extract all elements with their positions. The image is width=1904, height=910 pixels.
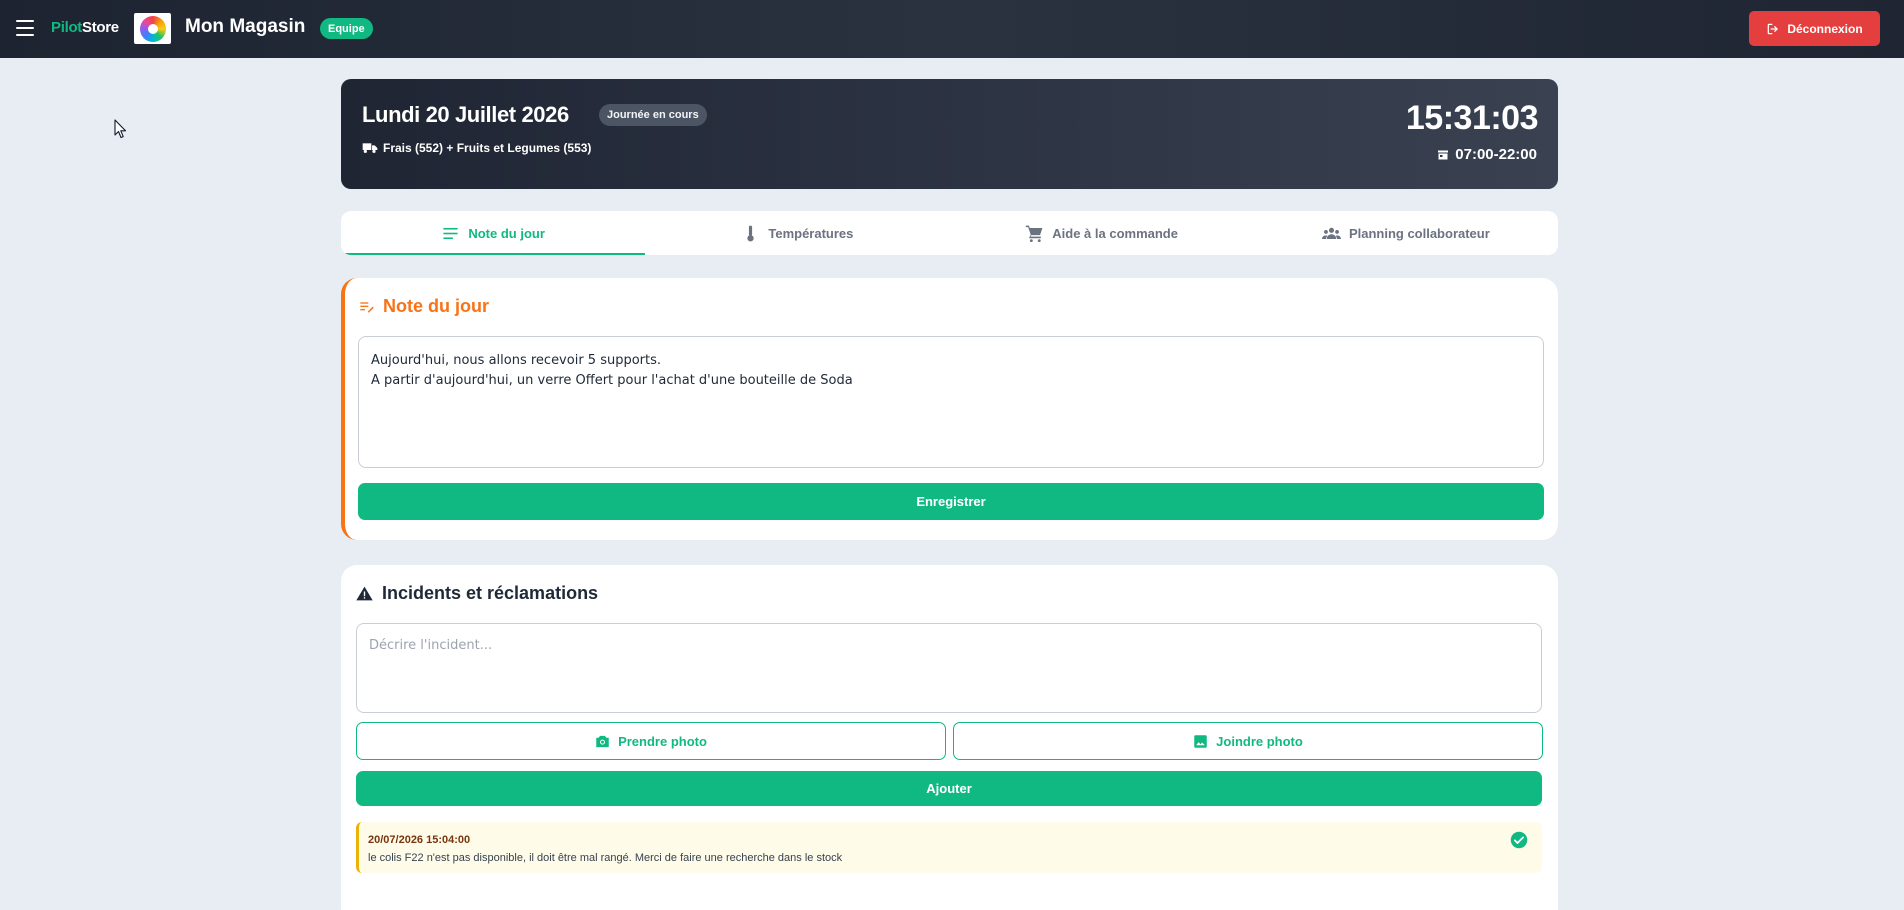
top-bar: PilotStore Mon Magasin Equipe Déconnexio…: [0, 0, 1904, 58]
note-title: Note du jour: [383, 296, 489, 316]
edit-notes-icon: [360, 301, 374, 312]
camera-icon: [596, 735, 609, 747]
take-photo-label: Prendre photo: [618, 733, 707, 749]
incidents-card: Incidents et réclamations Décrire l'inci…: [341, 565, 1558, 910]
day-header-card: Lundi 20 Juillet 2026 Journée en cours F…: [341, 79, 1558, 189]
tab-aide-commande[interactable]: Aide à la commande: [950, 211, 1254, 255]
delivery-text: Frais (552) + Fruits et Legumes (553): [383, 141, 592, 155]
join-photo-button[interactable]: Joindre photo: [953, 722, 1543, 760]
logout-label: Déconnexion: [1787, 21, 1863, 36]
incident-description-input[interactable]: Décrire l'incident...: [356, 623, 1542, 713]
day-title: Lundi 20 Juillet 2026: [362, 102, 569, 127]
incident-date: 20/07/2026 15:04:00: [368, 834, 471, 846]
store-logo: [134, 13, 171, 44]
logout-button[interactable]: Déconnexion: [1749, 11, 1880, 46]
cart-icon: [1026, 225, 1043, 242]
logout-icon: [1768, 23, 1779, 34]
team-badge: Equipe: [320, 18, 373, 39]
tab-bar: Note du jour Températures Aide à la comm…: [341, 211, 1558, 255]
tab-label: Planning collaborateur: [1348, 225, 1490, 241]
delivery-info: Frais (552) + Fruits et Legumes (553): [362, 141, 591, 155]
group-icon: [1321, 227, 1341, 239]
tab-note-du-jour[interactable]: Note du jour: [341, 211, 646, 255]
notes-icon: [443, 227, 458, 239]
tab-planning-collaborateur[interactable]: Planning collaborateur: [1254, 211, 1558, 255]
day-status-badge: Journée en cours: [599, 104, 707, 126]
warning-icon: [356, 586, 373, 601]
check-circle-icon[interactable]: [1510, 831, 1528, 849]
brand-part2: Store: [82, 19, 119, 36]
incident-item: 20/07/2026 15:04:00 le colis F22 n'est p…: [356, 822, 1542, 873]
brand-part1: Pilot: [51, 19, 82, 36]
save-button[interactable]: Enregistrer: [358, 483, 1544, 520]
note-header: Note du jour: [359, 296, 489, 317]
opening-hours-text: 07:00-22:00: [1455, 146, 1537, 163]
mouse-cursor-icon: [114, 119, 127, 139]
tab-temperatures[interactable]: Températures: [645, 211, 949, 255]
clock: 15:31:03: [1405, 99, 1539, 137]
image-icon: [1194, 734, 1207, 748]
incident-text: le colis F22 n'est pas disponible, il do…: [368, 852, 843, 864]
join-photo-label: Joindre photo: [1216, 733, 1303, 749]
thermometer-icon: [747, 225, 755, 241]
menu-icon[interactable]: [16, 20, 34, 36]
incidents-header: Incidents et réclamations: [356, 583, 598, 604]
tab-label: Aide à la commande: [1052, 225, 1178, 241]
take-photo-button[interactable]: Prendre photo: [356, 722, 946, 760]
truck-icon: [362, 143, 378, 153]
incidents-title: Incidents et réclamations: [382, 583, 599, 603]
tab-label: Note du jour: [468, 225, 545, 241]
tab-label: Températures: [768, 225, 854, 241]
note-card: Note du jour Aujourd'hui, nous allons re…: [341, 278, 1558, 540]
add-incident-button[interactable]: Ajouter: [356, 771, 1542, 806]
store-icon: [1438, 150, 1449, 159]
brand-logo[interactable]: PilotStore: [51, 19, 119, 36]
store-name: Mon Magasin: [185, 16, 306, 37]
note-textarea[interactable]: Aujourd'hui, nous allons recevoir 5 supp…: [358, 336, 1544, 468]
opening-hours: 07:00-22:00: [1437, 146, 1537, 163]
